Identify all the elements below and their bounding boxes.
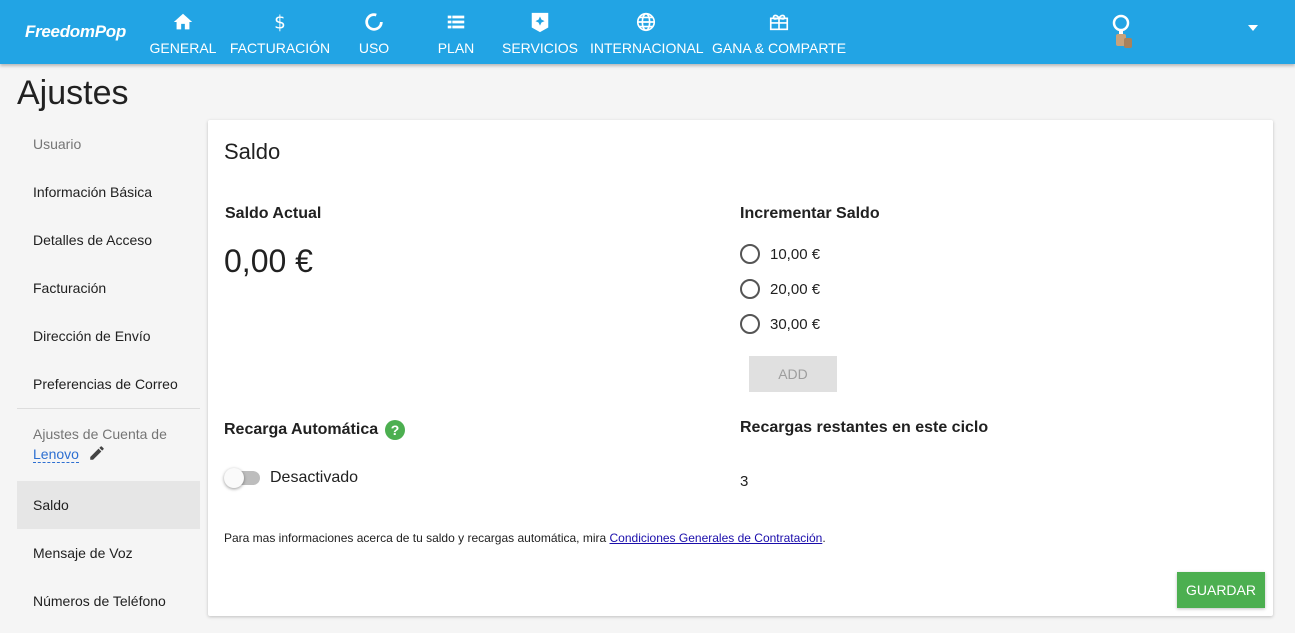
terms-link[interactable]: Condiciones Generales de Contratación	[610, 531, 823, 545]
sidebar-item-numeros-telefono[interactable]: Números de Teléfono	[17, 577, 200, 625]
gift-icon	[769, 14, 789, 31]
remaining-recharges-label: Recargas restantes en este ciclo	[740, 419, 989, 436]
nav-internacional[interactable]: INTERNACIONAL	[590, 0, 704, 64]
nav-uso[interactable]: USO	[350, 0, 398, 64]
svg-text:$: $	[274, 12, 286, 33]
sidebar-item-saldo[interactable]: Saldo	[17, 481, 200, 529]
info-text-end: .	[822, 531, 826, 545]
auto-recharge-label: Recarga Automática	[224, 421, 379, 438]
sidebar-item-preferencias-correo[interactable]: Preferencias de Correo	[17, 360, 200, 408]
increase-balance-label: Incrementar Saldo	[740, 205, 880, 222]
sidebar-item-mensaje-voz[interactable]: Mensaje de Voz	[17, 529, 200, 577]
top-nav-bar: FreedomPop GENERAL $ FACTURACIÓN USO PLA…	[0, 0, 1295, 64]
sidebar-item-detalles-acceso[interactable]: Detalles de Acceso	[17, 216, 200, 264]
amount-option-20[interactable]: 20,00 €	[740, 277, 820, 301]
radio-button[interactable]	[740, 244, 760, 264]
dollar-icon: $	[274, 12, 286, 33]
sidebar-item-facturacion[interactable]: Facturación	[17, 264, 200, 312]
nav-label: GANA & COMPARTE	[712, 40, 847, 56]
account-dropdown-chevron-icon[interactable]	[1248, 25, 1258, 31]
amount-option-label: 10,00 €	[770, 245, 821, 263]
edit-pencil-icon[interactable]	[88, 444, 106, 462]
nav-facturacion[interactable]: $ FACTURACIÓN	[228, 0, 332, 64]
settings-sidebar: Usuario Información Básica Detalles de A…	[17, 120, 200, 625]
user-avatar-icon[interactable]	[1110, 14, 1138, 50]
amount-option-10[interactable]: 10,00 €	[740, 242, 820, 266]
remaining-recharges-value: 3	[740, 473, 749, 490]
nav-gana-comparte[interactable]: GANA & COMPARTE	[712, 0, 846, 64]
current-balance-label: Saldo Actual	[225, 205, 322, 222]
balance-card: Saldo Saldo Actual 0,00 € Incrementar Sa…	[208, 120, 1273, 616]
amount-option-label: 20,00 €	[770, 280, 821, 298]
toggle-knob	[224, 468, 244, 488]
sidebar-item-direccion-envio[interactable]: Dirección de Envío	[17, 312, 200, 360]
list-icon	[447, 15, 465, 29]
nav-general[interactable]: GENERAL	[148, 0, 218, 64]
info-text: Para mas informaciones acerca de tu sald…	[224, 531, 826, 545]
page-title: Ajustes	[17, 74, 129, 112]
radio-button[interactable]	[740, 279, 760, 299]
add-balance-button[interactable]: ADD	[749, 356, 837, 392]
globe-icon	[636, 12, 656, 32]
usage-ring-icon	[365, 13, 383, 31]
account-header-label: Ajustes de Cuenta de	[33, 426, 167, 442]
info-text-body: Para mas informaciones acerca de tu sald…	[224, 531, 610, 545]
help-question-icon[interactable]: ?	[385, 420, 405, 440]
save-button[interactable]: GUARDAR	[1177, 572, 1265, 608]
home-icon	[173, 13, 193, 30]
account-name-link[interactable]: Lenovo	[33, 446, 79, 463]
sidebar-header-usuario: Usuario	[33, 136, 82, 152]
services-badge-icon	[531, 12, 549, 33]
amount-option-30[interactable]: 30,00 €	[740, 312, 820, 336]
nav-label: GENERAL	[149, 40, 217, 56]
nav-label: PLAN	[437, 40, 475, 56]
auto-recharge-toggle[interactable]	[224, 468, 260, 488]
nav-label: USO	[358, 40, 390, 56]
nav-label: FACTURACIÓN	[229, 40, 331, 56]
freedompop-logo[interactable]: FreedomPop	[25, 22, 126, 42]
nav-label: SERVICIOS	[502, 40, 578, 56]
nav-servicios[interactable]: SERVICIOS	[500, 0, 580, 64]
amount-option-label: 30,00 €	[770, 315, 821, 333]
nav-label: INTERNACIONAL	[590, 40, 704, 56]
sidebar-header-account: Ajustes de Cuenta de Lenovo	[17, 409, 200, 481]
current-balance-value: 0,00 €	[224, 243, 313, 279]
sidebar-item-informacion-basica[interactable]: Información Básica	[17, 168, 200, 216]
card-title: Saldo	[224, 139, 281, 164]
nav-plan[interactable]: PLAN	[430, 0, 482, 64]
radio-button[interactable]	[740, 314, 760, 334]
auto-recharge-state: Desactivado	[270, 469, 359, 486]
